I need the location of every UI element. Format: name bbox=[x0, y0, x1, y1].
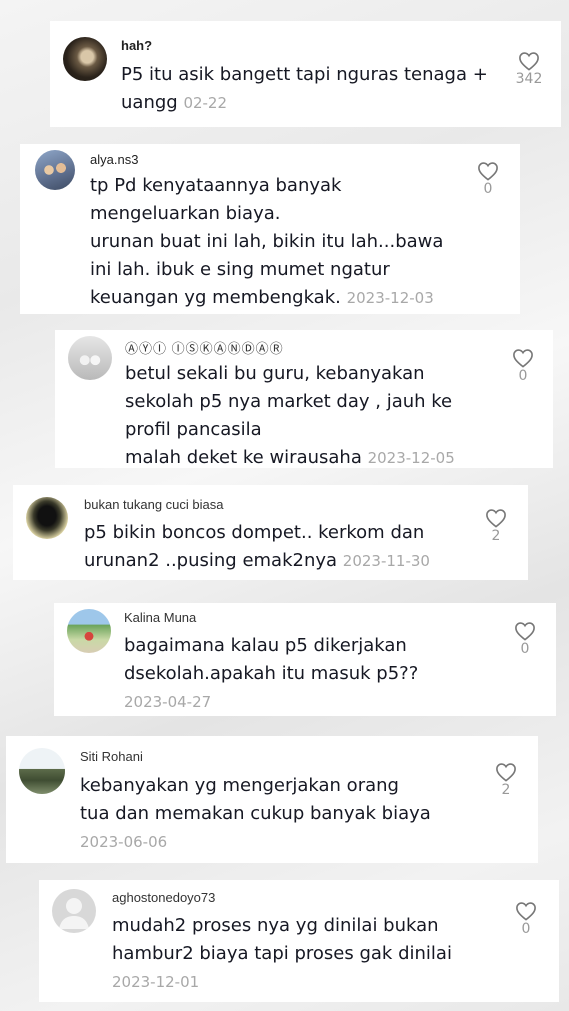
comment-date: 2023-12-05 bbox=[367, 449, 455, 467]
like-count: 0 bbox=[521, 921, 531, 937]
avatar[interactable] bbox=[26, 497, 68, 539]
like-count: 342 bbox=[515, 71, 543, 87]
comment-date: 2023-06-06 bbox=[80, 833, 168, 851]
username[interactable]: alya.ns3 bbox=[90, 152, 138, 167]
comment-text: p5 bikin boncos dompet.. kerkom dan urun… bbox=[84, 522, 430, 571]
comment-date: 2023-04-27 bbox=[124, 693, 212, 711]
default-avatar-icon bbox=[59, 898, 89, 929]
comment-card: Kalina Muna bagaimana kalau p5 dikerjaka… bbox=[54, 603, 556, 716]
comment-card: alya.ns3 tp Pd kenyataannya banyak menge… bbox=[20, 144, 520, 314]
avatar[interactable] bbox=[35, 150, 75, 190]
comment-text: kebanyakan yg mengerjakan orang tua dan … bbox=[80, 775, 431, 851]
avatar[interactable] bbox=[68, 336, 112, 380]
like-button[interactable]: 342 bbox=[514, 51, 544, 87]
like-count: 0 bbox=[520, 641, 530, 657]
comment-text: mudah2 proses nya yg dinilai bukan hambu… bbox=[112, 915, 452, 991]
comment-text: bagaimana kalau p5 dikerjakan dsekolah.a… bbox=[124, 635, 419, 711]
heart-icon bbox=[496, 763, 516, 782]
like-button[interactable]: 2 bbox=[491, 762, 521, 798]
like-count: 0 bbox=[483, 181, 493, 197]
heart-icon bbox=[519, 52, 539, 71]
avatar[interactable] bbox=[63, 37, 107, 81]
heart-icon bbox=[515, 622, 535, 641]
comment-card: ⒶⓎⒾ ⒾⓈⓀⒶⓃⒹⒶⓇ betul sekali bu guru, keban… bbox=[55, 330, 553, 468]
comment-card: aghostonedoyo73 mudah2 proses nya yg din… bbox=[39, 880, 559, 1002]
username[interactable]: ⒶⓎⒾ ⒾⓈⓀⒶⓃⒹⒶⓇ bbox=[125, 338, 284, 357]
username[interactable]: aghostonedoyo73 bbox=[112, 890, 215, 905]
comment-card: hah? P5 itu asik bangett tapi nguras ten… bbox=[50, 21, 561, 127]
like-count: 0 bbox=[518, 368, 528, 384]
comment-card: Siti Rohani kebanyakan yg mengerjakan or… bbox=[6, 736, 538, 863]
avatar[interactable] bbox=[52, 889, 96, 933]
like-button[interactable]: 0 bbox=[473, 161, 503, 197]
comment-text: tp Pd kenyataannya banyak mengeluarkan b… bbox=[90, 175, 444, 308]
like-count: 2 bbox=[501, 782, 511, 798]
comment-date: 2023-12-03 bbox=[346, 289, 434, 307]
comment-text: betul sekali bu guru, kebanyakan sekolah… bbox=[125, 363, 455, 468]
like-count: 2 bbox=[491, 528, 501, 544]
avatar[interactable] bbox=[19, 748, 65, 794]
comment-date: 02-22 bbox=[183, 94, 228, 112]
comment-text: P5 itu asik bangett tapi nguras tenaga +… bbox=[121, 64, 488, 113]
username[interactable]: hah? bbox=[121, 38, 152, 53]
heart-icon bbox=[513, 349, 533, 368]
heart-icon bbox=[478, 162, 498, 181]
username[interactable]: bukan tukang cuci biasa bbox=[84, 497, 223, 512]
avatar[interactable] bbox=[67, 609, 111, 653]
username[interactable]: Siti Rohani bbox=[80, 749, 143, 764]
username[interactable]: Kalina Muna bbox=[124, 610, 196, 625]
like-button[interactable]: 0 bbox=[508, 348, 538, 384]
heart-icon bbox=[516, 902, 536, 921]
comment-date: 2023-11-30 bbox=[342, 552, 430, 570]
heart-icon bbox=[486, 509, 506, 528]
comment-card: bukan tukang cuci biasa p5 bikin boncos … bbox=[13, 485, 528, 580]
like-button[interactable]: 2 bbox=[481, 508, 511, 544]
comment-date: 2023-12-01 bbox=[112, 973, 200, 991]
like-button[interactable]: 0 bbox=[510, 621, 540, 657]
like-button[interactable]: 0 bbox=[511, 901, 541, 937]
